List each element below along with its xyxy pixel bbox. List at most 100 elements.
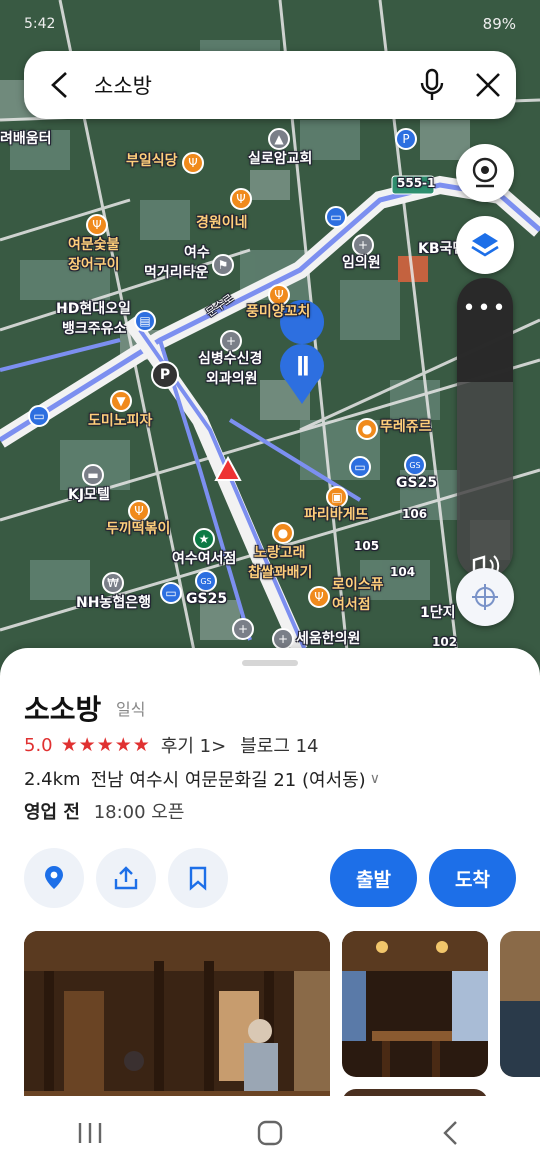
- share-button[interactable]: [96, 848, 156, 908]
- hospital-icon: +: [352, 234, 374, 256]
- back-button[interactable]: [24, 51, 94, 119]
- share-icon: [114, 866, 138, 890]
- map-label: 려배움터: [0, 131, 52, 147]
- hospital-icon: +: [232, 618, 254, 640]
- map-label: 세움한의원: [296, 631, 361, 647]
- map-label: 장어구이: [68, 257, 120, 273]
- gs25-icon: GS: [404, 454, 426, 476]
- map-pin-button[interactable]: [24, 848, 84, 908]
- place-category: 일식: [116, 700, 146, 719]
- voice-search-button[interactable]: [404, 51, 460, 119]
- map-label: 실로암교회: [248, 151, 313, 167]
- arrive-button[interactable]: 도착: [429, 849, 516, 907]
- clear-button[interactable]: [460, 51, 516, 119]
- restaurant-icon: Ψ: [128, 500, 150, 522]
- crosshair-icon: [472, 584, 498, 610]
- hours-status: 영업 전: [24, 802, 80, 823]
- bus-stop-icon: ▭: [325, 206, 347, 228]
- map-label: 105: [354, 539, 380, 553]
- bookmark-button[interactable]: [168, 848, 228, 908]
- pizza-icon: ▼: [110, 390, 132, 412]
- rating-row: 5.0 ★★★★★ 후기 1> 블로그 14: [24, 732, 319, 758]
- map-label: NH농협은행: [76, 595, 151, 611]
- place-photo[interactable]: [342, 931, 488, 1077]
- location-pin-icon: [45, 866, 63, 889]
- depart-button[interactable]: 출발: [330, 849, 417, 907]
- map-label: KJ모텔: [68, 487, 110, 503]
- motel-icon: ▬: [82, 464, 104, 486]
- place-title: 소소방: [24, 693, 102, 726]
- place-bottom-sheet[interactable]: 소소방 일식 5.0 ★★★★★ 후기 1> 블로그 14 2.4km 전남 여…: [0, 648, 540, 1108]
- map-label: 도미노피자: [88, 413, 153, 429]
- layers-icon: [471, 233, 499, 257]
- map-label: GS25: [396, 475, 438, 491]
- restaurant-icon: Ψ: [230, 188, 252, 210]
- sheet-drag-handle[interactable]: [242, 660, 298, 666]
- place-photo[interactable]: [500, 931, 540, 1077]
- recent-apps-button[interactable]: [50, 1103, 130, 1163]
- search-bar[interactable]: 소소방: [24, 51, 516, 119]
- hours-row: 영업 전 18:00 오픈: [24, 798, 184, 824]
- review-label: 후기 1: [160, 736, 212, 757]
- map-label: HD현대오일: [56, 301, 131, 317]
- microphone-icon: [420, 68, 444, 100]
- map-label: 여문숯불: [68, 237, 120, 253]
- map-label: 풍미양꼬치: [246, 304, 311, 320]
- road-shield-label: 555-1: [397, 176, 436, 190]
- map-label: 여수여서점: [172, 551, 237, 567]
- parking-icon: P: [151, 361, 179, 389]
- map-label: 여서점: [332, 597, 371, 613]
- home-button[interactable]: [230, 1103, 310, 1163]
- status-time: 5:42: [24, 16, 56, 32]
- starbucks-icon: ★: [193, 528, 215, 550]
- more-icon[interactable]: •••: [457, 278, 513, 382]
- map-label: 파리바게뜨: [304, 507, 369, 523]
- bus-stop-icon: ▭: [160, 582, 182, 604]
- search-query[interactable]: 소소방: [94, 70, 404, 100]
- bookmark-icon: [189, 866, 207, 891]
- blog-link[interactable]: 블로그 14: [240, 732, 318, 758]
- chevron-down-icon[interactable]: ∨: [370, 771, 380, 787]
- map-label: 찹쌀꽈배기: [248, 565, 313, 581]
- map-label: GS25: [186, 591, 228, 607]
- chevron-left-icon: [51, 72, 67, 98]
- map-label: 경원이네: [196, 215, 248, 231]
- map-label: 뚜레쥬르: [380, 419, 432, 435]
- map-label: 1단지: [420, 605, 456, 621]
- street-view-icon: [472, 157, 498, 188]
- layers-button[interactable]: [456, 216, 514, 274]
- rating-score: 5.0: [24, 734, 53, 756]
- parking-icon: P: [395, 128, 417, 150]
- flag-icon: ⚑: [212, 254, 234, 276]
- map-label: 여수: [184, 245, 210, 261]
- system-nav-bar: [0, 1096, 540, 1170]
- bus-stop-icon: ▭: [28, 405, 50, 427]
- back-nav-button[interactable]: [410, 1103, 490, 1163]
- place-address: 전남 여수시 여문문화길 21 (여서동): [90, 770, 366, 791]
- map-side-panel[interactable]: •••: [457, 278, 513, 578]
- street-view-button[interactable]: [456, 144, 514, 202]
- map-label: 104: [390, 565, 416, 579]
- church-icon: ▲: [268, 128, 290, 150]
- map-label: 두끼떡볶이: [106, 521, 171, 537]
- map-label: 106: [402, 507, 428, 521]
- screen: 555-1 ǁ 려배움터 Ψ 부일식당 ▲ 실로암교회 P Ψ 경원이네 Ψ 여…: [0, 0, 540, 1170]
- current-location-button[interactable]: [456, 568, 514, 626]
- map-label: 뱅크주유소: [62, 321, 127, 337]
- gas-station-icon: ▤: [134, 310, 156, 332]
- address-row[interactable]: 2.4km 전남 여수시 여문문화길 21 (여서동) ∨: [24, 766, 380, 792]
- bus-stop-icon: ▭: [349, 456, 371, 478]
- restaurant-icon: Ψ: [182, 152, 204, 174]
- place-photo[interactable]: [24, 931, 330, 1108]
- map-label: 임의원: [342, 255, 381, 271]
- map-label: 외과의원: [206, 371, 258, 387]
- review-link[interactable]: 후기 1>: [161, 732, 226, 758]
- status-bar: 5:42 89%: [0, 0, 540, 48]
- bakery-icon: ●: [272, 522, 294, 544]
- restaurant-pin-icon[interactable]: ǁ: [292, 352, 314, 378]
- map-label: 노랑고래: [254, 545, 306, 561]
- map-label: 먹거리타운: [144, 265, 209, 281]
- place-distance: 2.4km: [24, 768, 81, 790]
- restaurant-icon: Ψ: [86, 214, 108, 236]
- battery-level: 89%: [482, 15, 516, 33]
